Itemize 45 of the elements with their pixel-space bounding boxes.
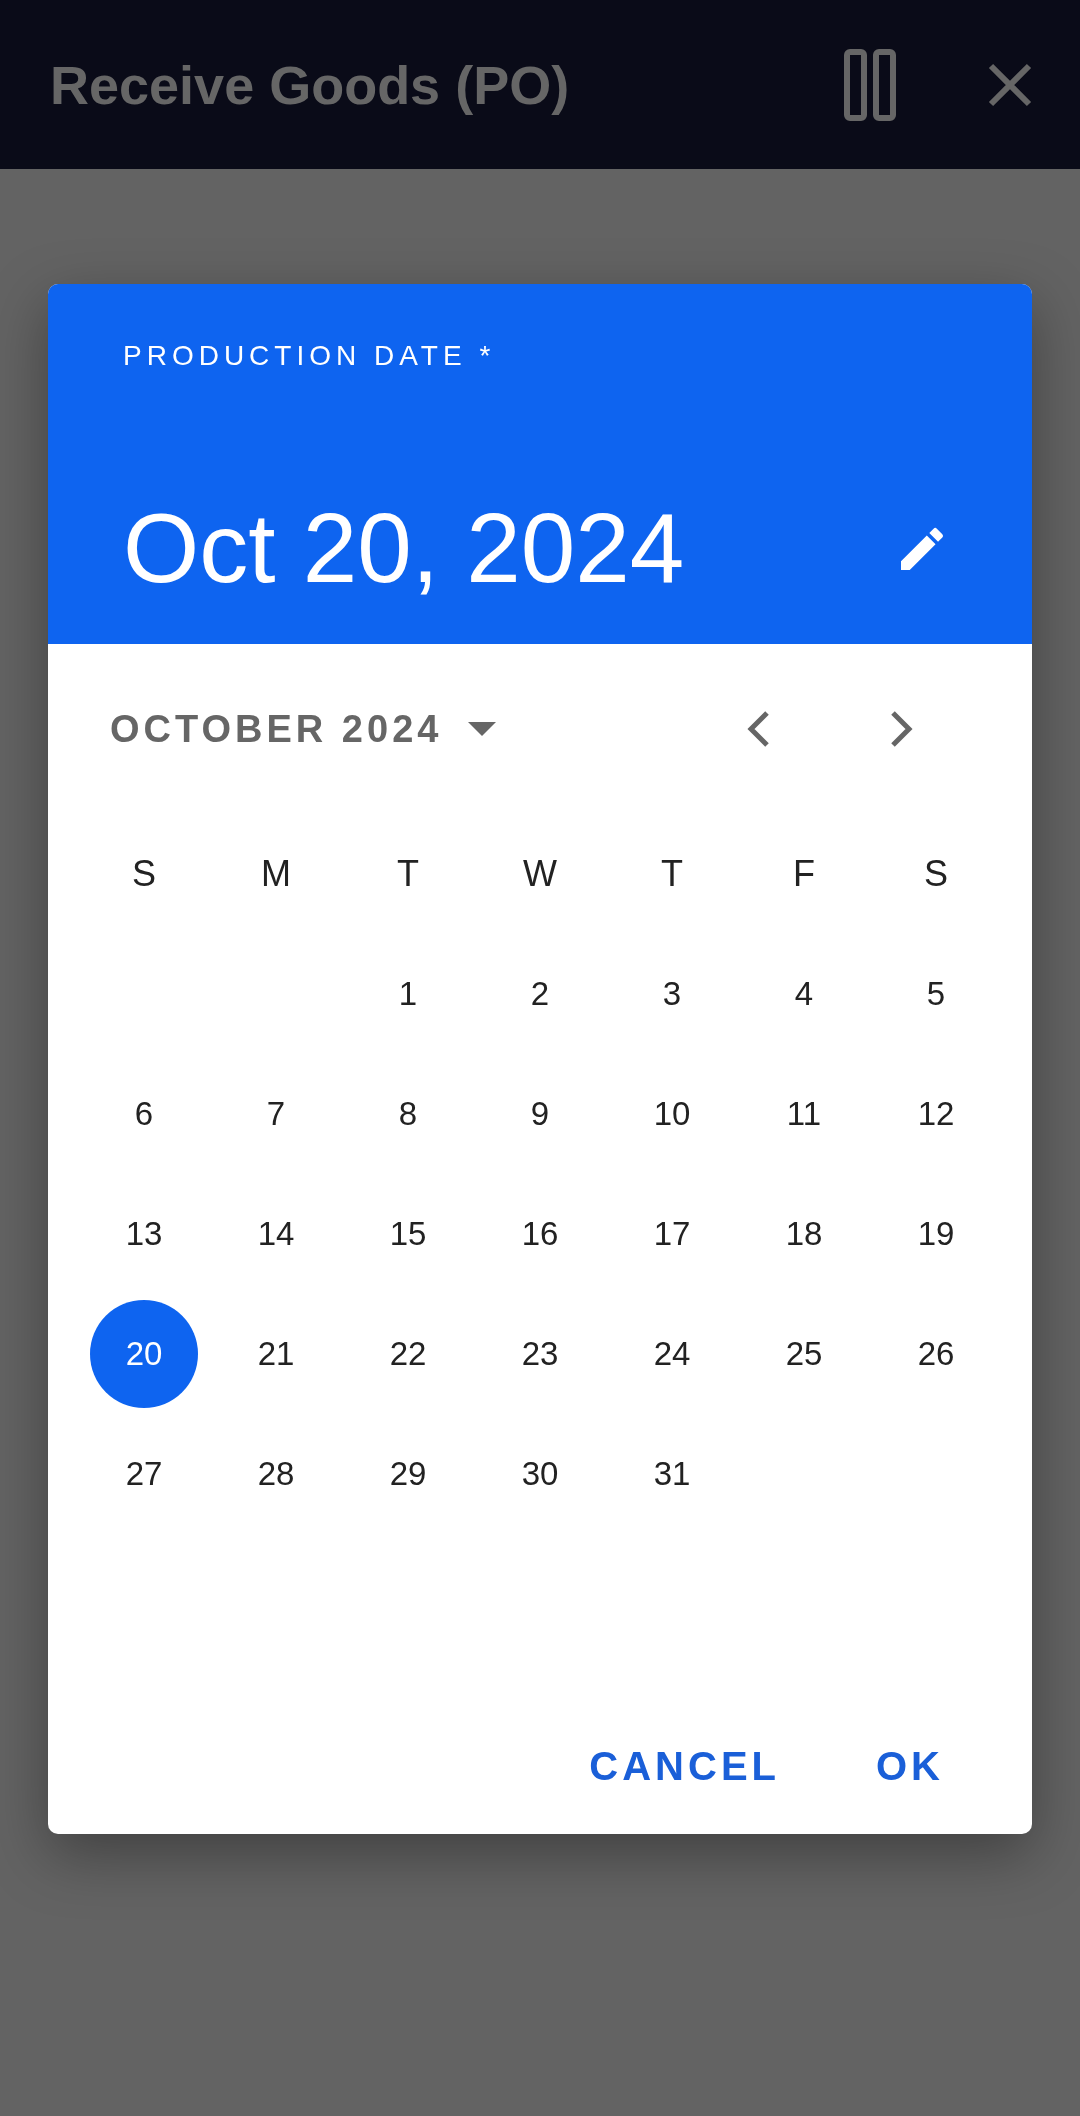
calendar-day[interactable]: 30 <box>486 1420 594 1528</box>
calendar-day[interactable]: 15 <box>354 1180 462 1288</box>
weekday-label: M <box>261 853 291 895</box>
calendar-day[interactable]: 7 <box>222 1060 330 1168</box>
calendar-day[interactable]: 25 <box>750 1300 858 1408</box>
calendar-day[interactable]: 8 <box>354 1060 462 1168</box>
calendar-day[interactable]: 13 <box>90 1180 198 1288</box>
weekday-label: T <box>661 853 683 895</box>
calendar-day[interactable]: 27 <box>90 1420 198 1528</box>
calendar-day[interactable]: 20 <box>90 1300 198 1408</box>
calendar-day[interactable]: 23 <box>486 1300 594 1408</box>
calendar-day[interactable]: 6 <box>90 1060 198 1168</box>
calendar-day[interactable]: 16 <box>486 1180 594 1288</box>
calendar-day[interactable]: 26 <box>882 1300 990 1408</box>
screen-title: Receive Goods (PO) <box>50 53 571 116</box>
calendar-day[interactable]: 17 <box>618 1180 726 1288</box>
calendar-day[interactable]: 9 <box>486 1060 594 1168</box>
calendar-day[interactable]: 14 <box>222 1180 330 1288</box>
weekday-label: F <box>793 853 815 895</box>
weekday-label: S <box>924 853 948 895</box>
calendar-day[interactable]: 11 <box>750 1060 858 1168</box>
calendar-day[interactable]: 29 <box>354 1420 462 1528</box>
calendar-day[interactable]: 10 <box>618 1060 726 1168</box>
selected-date: Oct 20, 2024 <box>123 492 685 605</box>
field-label: PRODUCTION DATE * <box>123 340 497 372</box>
calendar-day[interactable]: 21 <box>222 1300 330 1408</box>
calendar-day[interactable]: 28 <box>222 1420 330 1528</box>
calendar-day[interactable]: 12 <box>882 1060 990 1168</box>
weekday-label: S <box>132 853 156 895</box>
weekday-label: T <box>397 853 419 895</box>
calendar-day[interactable]: 22 <box>354 1300 462 1408</box>
calendar-day[interactable]: 31 <box>618 1420 726 1528</box>
calendar-day[interactable]: 19 <box>882 1180 990 1288</box>
caret-icon <box>468 722 497 736</box>
calendar-day[interactable]: 24 <box>618 1300 726 1408</box>
calendar-day[interactable]: 3 <box>618 940 726 1048</box>
ok-button[interactable]: OK <box>848 1724 972 1809</box>
calendar-day[interactable]: 5 <box>882 940 990 1048</box>
calendar-day[interactable]: 2 <box>486 940 594 1048</box>
calendar-day[interactable]: 4 <box>750 940 858 1048</box>
weekday-label: W <box>523 853 557 895</box>
calendar-day[interactable]: 18 <box>750 1180 858 1288</box>
cancel-button[interactable]: CANCEL <box>561 1724 808 1809</box>
calendar-day[interactable]: 1 <box>354 940 462 1048</box>
month-dropdown[interactable]: OCTOBER 2024 <box>110 707 497 751</box>
